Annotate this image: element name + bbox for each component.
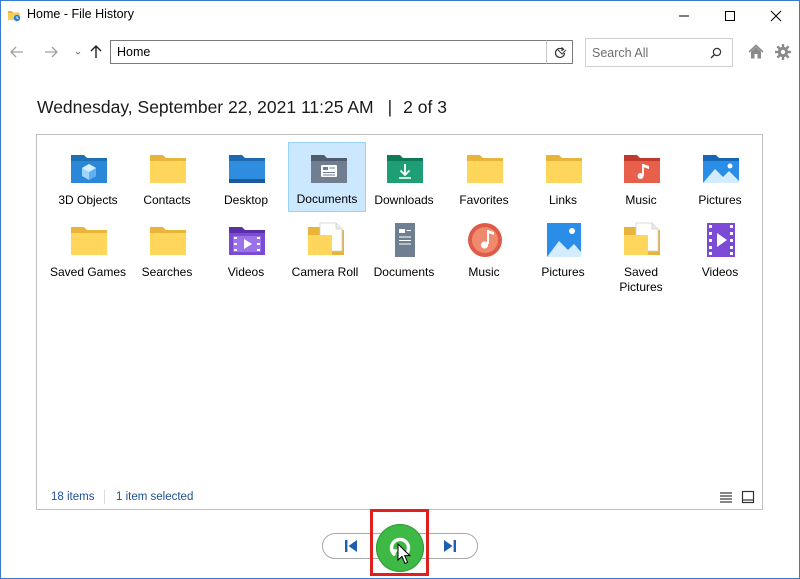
chevron-down-icon — [75, 51, 81, 55]
item-music[interactable]: Music — [602, 143, 680, 213]
item-label: Music — [468, 265, 500, 279]
item-desktop[interactable]: Desktop — [207, 143, 285, 213]
item-pictures[interactable]: Pictures — [681, 143, 759, 213]
item-label: Music — [625, 193, 657, 207]
recent-locations-button[interactable] — [73, 42, 83, 62]
desktop-folder-icon — [229, 155, 265, 183]
item-3d-objects[interactable]: 3D Objects — [49, 143, 127, 213]
search-icon — [710, 47, 722, 59]
item-label: Videos — [701, 265, 739, 279]
file-history-window: Home - File History Home Search All Wedn… — [0, 0, 800, 579]
title-bar: Home - File History — [1, 1, 799, 29]
item-camera-roll[interactable]: Camera Roll — [286, 215, 364, 285]
mouse-cursor-icon — [397, 543, 412, 565]
item-label: Pictures — [541, 265, 585, 279]
window-title: Home - File History — [27, 7, 134, 21]
address-bar[interactable]: Home — [110, 40, 573, 64]
item-music-library[interactable]: Music — [445, 215, 523, 285]
music-library-icon — [468, 223, 502, 257]
refresh-button[interactable] — [546, 40, 573, 64]
pictures-library-icon — [547, 223, 581, 257]
status-divider — [104, 490, 105, 504]
3d-objects-folder-icon — [71, 155, 107, 183]
folder-icon — [546, 155, 582, 183]
item-label: Downloads — [374, 193, 434, 207]
item-searches[interactable]: Searches — [128, 215, 206, 285]
item-label: Videos — [227, 265, 265, 279]
maximize-button[interactable] — [707, 1, 753, 29]
item-label: Pictures — [698, 193, 742, 207]
search-box[interactable]: Search All — [585, 38, 733, 67]
folder-with-file-icon — [308, 222, 344, 255]
item-label: Documents — [296, 192, 358, 206]
item-videos-library[interactable]: Videos — [681, 215, 759, 285]
item-label: Documents — [373, 265, 435, 279]
pictures-folder-icon — [703, 155, 739, 183]
item-documents[interactable]: Documents — [288, 142, 366, 212]
arrow-left-icon — [10, 46, 23, 58]
folder-with-file-icon — [624, 222, 660, 255]
large-icons-view-icon[interactable] — [741, 490, 755, 504]
details-view-icon[interactable] — [719, 490, 733, 504]
file-history-app-icon — [8, 11, 21, 22]
snapshot-separator: | — [387, 97, 393, 117]
file-items-pane: 3D Objects Contacts Desktop Documents Do… — [36, 134, 763, 510]
item-label: Searches — [141, 265, 193, 279]
item-favorites[interactable]: Favorites — [445, 143, 523, 213]
back-button[interactable] — [7, 42, 27, 62]
item-label: Camera Roll — [291, 265, 359, 279]
selection-count: 1 item selected — [116, 491, 194, 503]
videos-library-icon — [707, 223, 735, 257]
item-links[interactable]: Links — [524, 143, 602, 213]
item-saved-games[interactable]: Saved Games — [49, 215, 127, 285]
next-version-icon[interactable] — [442, 539, 458, 553]
item-documents-library[interactable]: Documents — [365, 215, 443, 285]
refresh-icon — [554, 47, 566, 59]
item-label: Saved Pictures — [619, 265, 663, 294]
music-folder-icon — [624, 155, 660, 183]
item-label: Links — [548, 193, 577, 207]
item-label: Favorites — [459, 193, 509, 207]
videos-folder-icon — [229, 227, 265, 255]
item-contacts[interactable]: Contacts — [128, 143, 206, 213]
gear-icon[interactable] — [774, 43, 792, 61]
item-count: 18 items — [51, 491, 95, 503]
home-icon[interactable] — [747, 43, 765, 61]
item-label: Contacts — [143, 193, 191, 207]
up-button[interactable] — [86, 42, 106, 62]
snapshot-position: 2 of 3 — [403, 97, 447, 117]
documents-library-icon — [395, 223, 415, 257]
downloads-folder-icon — [387, 155, 423, 183]
forward-button[interactable] — [41, 42, 61, 62]
arrow-up-icon — [90, 45, 102, 58]
address-path: Home — [117, 45, 151, 59]
item-videos[interactable]: Videos — [207, 215, 285, 285]
folder-icon — [150, 227, 186, 255]
minimize-icon — [679, 15, 689, 17]
item-pictures-library[interactable]: Pictures — [524, 215, 602, 285]
maximize-icon — [725, 11, 735, 21]
snapshot-date: Wednesday, September 22, 2021 11:25 AM — [37, 97, 374, 117]
arrow-right-icon — [45, 46, 58, 58]
item-label: 3D Objects — [58, 193, 118, 207]
item-downloads[interactable]: Downloads — [365, 143, 443, 213]
search-input[interactable]: Search All — [592, 46, 648, 60]
close-button[interactable] — [753, 1, 799, 29]
folder-icon — [150, 155, 186, 183]
close-icon — [770, 10, 782, 22]
documents-folder-icon — [311, 155, 347, 183]
minimize-button[interactable] — [661, 1, 707, 29]
snapshot-date-heading: Wednesday, September 22, 2021 11:25 AM | 2… — [37, 97, 447, 118]
item-label: Desktop — [223, 193, 269, 207]
item-label: Saved Games — [49, 265, 127, 279]
previous-version-icon[interactable] — [343, 539, 359, 553]
folder-icon — [71, 227, 107, 255]
item-saved-pictures[interactable]: Saved Pictures — [602, 215, 680, 294]
folder-icon — [467, 155, 503, 183]
